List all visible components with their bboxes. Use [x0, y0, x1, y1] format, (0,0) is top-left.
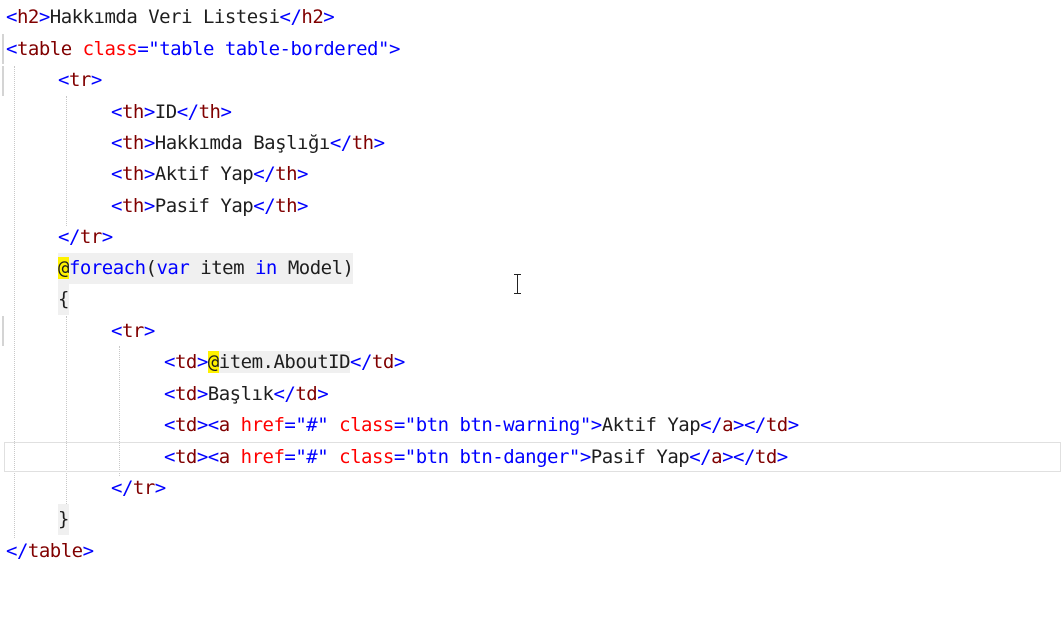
tag-name: td	[174, 351, 197, 373]
tag-name: td	[174, 414, 197, 436]
tag-name: td	[174, 383, 197, 405]
link-text: Pasif Yap	[590, 446, 690, 468]
keyword: var	[156, 257, 190, 279]
keyword: in	[254, 257, 277, 279]
cell-text: Başlık	[207, 383, 274, 405]
tag-name: th	[121, 195, 144, 217]
attribute-value: "btn btn-warning"	[404, 414, 591, 436]
code-line[interactable]: <td>@item.AboutID</td>	[0, 347, 1061, 378]
brace: }	[58, 508, 69, 530]
tag-name: table	[16, 38, 72, 60]
tag-name: th	[121, 163, 144, 185]
tag-name: td	[295, 383, 318, 405]
tag-name: tr	[132, 477, 155, 499]
tag-name: h2	[301, 6, 324, 28]
code-line[interactable]: <h2>Hakkımda Veri Listesi</h2>	[0, 2, 1061, 33]
razor-at-symbol: @	[58, 257, 69, 279]
code-line[interactable]: }	[0, 504, 1061, 535]
tag-name: td	[371, 351, 394, 373]
code-editor[interactable]: <h2>Hakkımda Veri Listesi</h2> <table cl…	[0, 0, 1061, 571]
code-line[interactable]: </table>	[0, 536, 1061, 567]
code-line[interactable]: @foreach(var item in Model)	[0, 253, 1061, 284]
tag-name: a	[722, 414, 734, 436]
tag-name: td	[174, 446, 197, 468]
code-line[interactable]: <td><a href="#" class="btn btn-danger">P…	[0, 442, 1061, 473]
cell-text: Hakkımda Başlığı	[154, 132, 331, 154]
code-line[interactable]: <tr>	[0, 65, 1061, 96]
attribute-name: href	[240, 414, 285, 436]
attribute-value: "#"	[295, 414, 329, 436]
punctuation: )	[342, 257, 354, 279]
code-line[interactable]: <th>Hakkımda Başlığı</th>	[0, 128, 1061, 159]
attribute-value: "table table-bordered"	[148, 38, 389, 60]
tag-name: th	[351, 132, 374, 154]
tag-name: th	[275, 195, 298, 217]
code-line[interactable]: <tr>	[0, 316, 1061, 347]
attribute-name: class	[82, 38, 138, 60]
code-line[interactable]: <table class="table table-bordered">	[0, 34, 1061, 65]
identifier: item	[200, 257, 245, 279]
tag-name: th	[121, 101, 144, 123]
tag-name: th	[198, 101, 221, 123]
tag-name: tr	[121, 320, 144, 342]
cell-text: Aktif Yap	[154, 163, 254, 185]
brace: {	[58, 288, 69, 310]
tag-name: th	[275, 163, 298, 185]
attribute-name: href	[240, 446, 285, 468]
identifier: Model	[287, 257, 343, 279]
code-line[interactable]: <td><a href="#" class="btn btn-warning">…	[0, 410, 1061, 441]
code-line[interactable]: <th>Aktif Yap</th>	[0, 159, 1061, 190]
attribute-value: "btn btn-danger"	[404, 446, 581, 468]
razor-expression: item.AboutID	[218, 351, 351, 373]
link-text: Aktif Yap	[601, 414, 701, 436]
tag-name: td	[765, 414, 788, 436]
tag-name: tr	[68, 69, 91, 91]
heading-text: Hakkımda Veri Listesi	[49, 6, 280, 28]
code-line[interactable]: </tr>	[0, 222, 1061, 253]
code-line[interactable]: <th>Pasif Yap</th>	[0, 191, 1061, 222]
tag-name: td	[754, 446, 777, 468]
code-line[interactable]: <th>ID</th>	[0, 97, 1061, 128]
tag-name: a	[711, 446, 723, 468]
tag-name: h2	[16, 6, 39, 28]
code-line[interactable]: {	[0, 284, 1061, 315]
tag-name: a	[218, 414, 230, 436]
keyword: foreach	[68, 257, 146, 279]
tag-name: table	[27, 540, 83, 562]
tag-name: th	[121, 132, 144, 154]
tag-name: tr	[79, 226, 102, 248]
punctuation: (	[145, 257, 157, 279]
attribute-name: class	[339, 446, 394, 468]
tag-name: a	[218, 446, 230, 468]
attribute-name: class	[339, 414, 394, 436]
attribute-value: "#"	[295, 446, 329, 468]
code-line[interactable]: <td>Başlık</td>	[0, 379, 1061, 410]
razor-at-symbol: @	[207, 351, 219, 373]
cell-text: ID	[154, 101, 177, 123]
text-cursor-icon	[512, 273, 524, 295]
code-line[interactable]: </tr>	[0, 473, 1061, 504]
cell-text: Pasif Yap	[154, 195, 254, 217]
